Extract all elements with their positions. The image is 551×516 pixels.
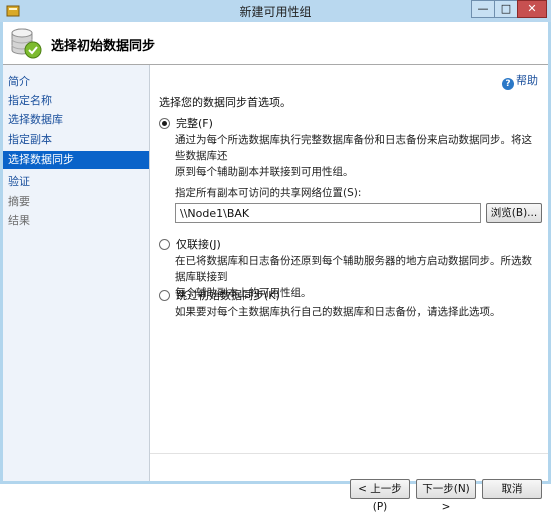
help-label: 帮助 [516,74,538,87]
maximize-button[interactable]: □ [494,0,518,18]
database-sync-icon [11,28,42,59]
window-title: 新建可用性组 [239,5,312,19]
page-title: 选择初始数据同步 [51,39,156,54]
full-description-line-2: 原到每个辅助副本并联接到可用性组。 [175,166,354,178]
help-icon: ? [502,78,514,90]
close-button[interactable]: ✕ [517,0,547,18]
wizard-nav: 简介 指定名称 选择数据库 指定副本 选择数据同步 验证 摘要 结果 [3,65,150,481]
nav-item-select-data-sync[interactable]: 选择数据同步 [3,151,149,169]
nav-item-validation[interactable]: 验证 [3,173,149,191]
join-only-description-line-1: 在已将数据库和日志备份还原到每个辅助服务器的地方启动数据同步。所选数据库联接到 [175,255,532,283]
nav-item-summary: 摘要 [8,195,30,208]
nav-item-specify-name[interactable]: 指定名称 [3,92,149,110]
wizard-footer: < 上一步(P) 下一步(N) > 取消 [150,457,548,513]
radio-skip-label[interactable]: 跳过初始数据同步(K) [176,289,280,302]
next-button[interactable]: 下一步(N) > [416,479,476,513]
radio-join-only-label[interactable]: 仅联接(J) [176,238,221,251]
radio-join-only-indicator[interactable] [159,239,170,250]
wizard-client: 选择初始数据同步 简介 指定名称 选择数据库 指定副本 选择数据同步 验证 摘要… [3,22,548,513]
title-bar[interactable]: 新建可用性组 — □ ✕ [0,0,551,22]
footer-divider [150,453,548,454]
full-description-line-1: 通过为每个所选数据库执行完整数据库备份和日志备份来启动数据同步。将这些数据库还 [175,134,532,162]
share-location-label: 指定所有副本可访问的共享网络位置(S): [175,187,362,199]
radio-full-label[interactable]: 完整(F) [176,117,213,130]
page-header: 选择初始数据同步 [3,22,548,65]
wizard-window: 新建可用性组 — □ ✕ 选择初始数据同步 简介 指定名称 选择数据库 指定副本… [0,0,551,513]
share-location-input[interactable] [175,203,481,223]
full-description: 通过为每个所选数据库执行完整数据库备份和日志备份来启动数据同步。将这些数据库还 … [175,132,541,180]
previous-button[interactable]: < 上一步(P) [350,479,410,513]
browse-button[interactable]: 浏览(B)... [486,203,542,223]
skip-description-line-1: 如果要对每个主数据库执行自己的数据库和日志备份，请选择此选项。 [175,306,501,318]
minimize-button[interactable]: — [471,0,495,18]
main-panel: ? 帮助 选择您的数据同步首选项。 完整(F) 通过为每个所选数据库执行完整数据库… [150,65,548,513]
nav-item-intro[interactable]: 简介 [3,73,149,91]
nav-item-results: 结果 [8,214,30,227]
sync-prompt: 选择您的数据同步首选项。 [159,96,291,109]
radio-skip[interactable]: 跳过初始数据同步(K) [159,287,280,303]
radio-join-only[interactable]: 仅联接(J) [159,236,221,252]
nav-item-specify-replicas[interactable]: 指定副本 [3,131,149,149]
cancel-button[interactable]: 取消 [482,479,542,499]
radio-full[interactable]: 完整(F) [159,115,213,131]
radio-full-indicator[interactable] [159,118,170,129]
radio-skip-indicator[interactable] [159,290,170,301]
nav-item-select-databases[interactable]: 选择数据库 [3,111,149,129]
help-link[interactable]: ? 帮助 [502,72,538,90]
skip-description: 如果要对每个主数据库执行自己的数据库和日志备份，请选择此选项。 [175,304,541,320]
